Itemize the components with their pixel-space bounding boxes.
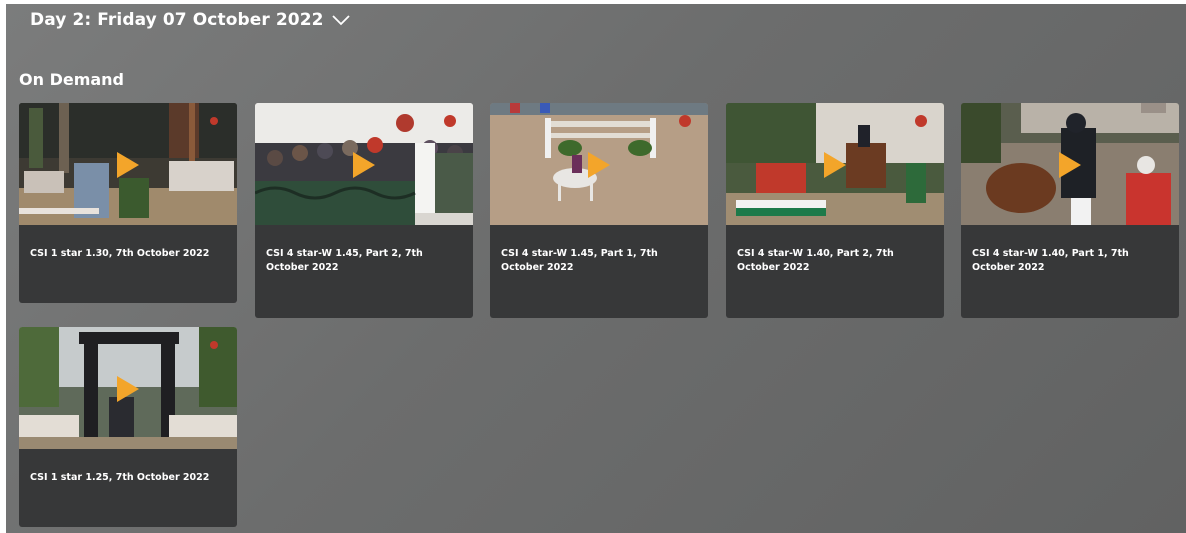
- section-title: On Demand: [19, 70, 125, 89]
- video-card[interactable]: CSI 4 star-W 1.45, Part 1, 7th October 2…: [490, 103, 708, 318]
- video-title: CSI 4 star-W 1.45, Part 2, 7th October 2…: [266, 248, 423, 273]
- video-card[interactable]: CSI 4 star-W 1.40, Part 2, 7th October 2…: [726, 103, 944, 318]
- video-thumbnail[interactable]: [255, 103, 473, 225]
- play-icon[interactable]: [588, 152, 610, 178]
- video-thumbnail[interactable]: [19, 103, 237, 225]
- video-thumbnail[interactable]: [19, 327, 237, 449]
- play-icon[interactable]: [117, 152, 139, 178]
- video-card[interactable]: CSI 4 star-W 1.40, Part 1, 7th October 2…: [961, 103, 1179, 318]
- video-title: CSI 4 star-W 1.40, Part 1, 7th October 2…: [972, 248, 1129, 273]
- video-title: CSI 1 star 1.25, 7th October 2022: [30, 472, 210, 483]
- video-thumbnail[interactable]: [961, 103, 1179, 225]
- video-title: CSI 4 star-W 1.40, Part 2, 7th October 2…: [737, 248, 894, 273]
- play-icon[interactable]: [117, 376, 139, 402]
- chevron-down-icon: [331, 14, 350, 25]
- video-title: CSI 1 star 1.30, 7th October 2022: [30, 248, 210, 259]
- video-card[interactable]: CSI 1 star 1.25, 7th October 2022: [19, 327, 237, 527]
- video-card[interactable]: CSI 1 star 1.30, 7th October 2022: [19, 103, 237, 303]
- video-thumbnail[interactable]: [490, 103, 708, 225]
- play-icon[interactable]: [353, 152, 375, 178]
- day-selector-label: Day 2: Friday 07 October 2022: [30, 10, 324, 30]
- play-icon[interactable]: [824, 152, 846, 178]
- video-title: CSI 4 star-W 1.45, Part 1, 7th October 2…: [501, 248, 658, 273]
- day-selector-dropdown[interactable]: Day 2: Friday 07 October 2022: [30, 10, 350, 30]
- video-thumbnail[interactable]: [726, 103, 944, 225]
- app-window: Day 2: Friday 07 October 2022 On Demand: [6, 4, 1186, 533]
- play-icon[interactable]: [1059, 152, 1081, 178]
- video-card[interactable]: CSI 4 star-W 1.45, Part 2, 7th October 2…: [255, 103, 473, 318]
